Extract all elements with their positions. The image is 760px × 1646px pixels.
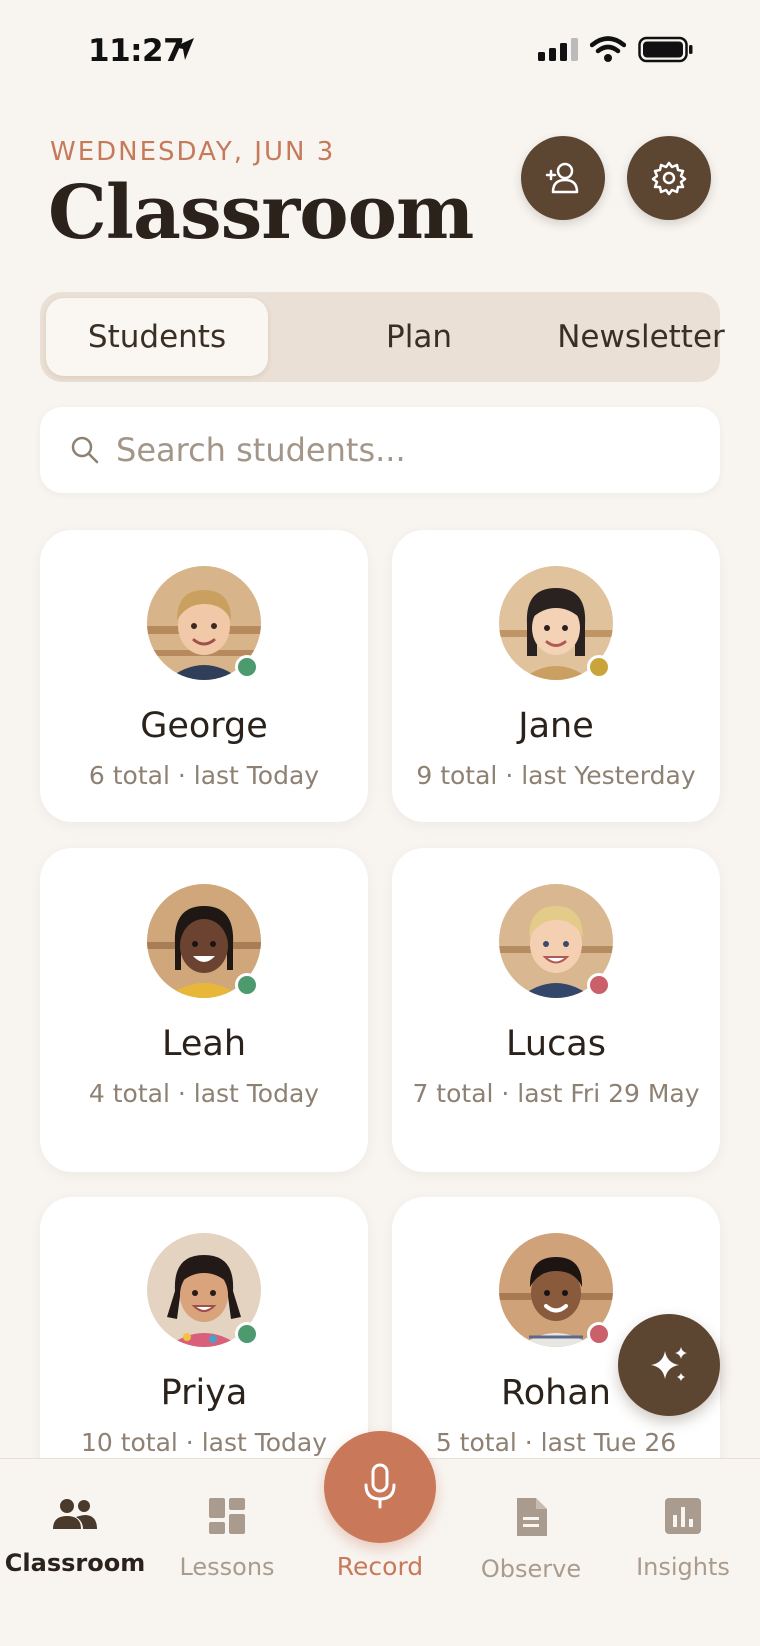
tab-label: Observe (480, 1555, 582, 1583)
document-icon (517, 1498, 547, 1536)
student-name: Jane (518, 706, 594, 746)
student-name: Leah (161, 1024, 247, 1064)
ai-assist-button[interactable] (618, 1314, 720, 1416)
tab-label: Insights (636, 1553, 730, 1581)
record-button[interactable] (324, 1431, 436, 1543)
student-card-priya[interactable]: Priya 10 total · last Today (40, 1197, 368, 1458)
tab-lessons[interactable]: Lessons (152, 1497, 302, 1581)
status-dot (587, 973, 611, 997)
student-card-jane[interactable]: Jane 9 total · last Yesterday (392, 530, 720, 822)
sparkles-icon (651, 1347, 687, 1381)
tab-observe[interactable]: Observe (456, 1497, 606, 1583)
tab-label: Classroom (4, 1549, 146, 1577)
student-card-leah[interactable]: Leah 4 total · last Today (40, 848, 368, 1172)
student-card-george[interactable]: George 6 total · last Today (40, 530, 368, 822)
status-dot (235, 973, 259, 997)
student-meta: 6 total · last Today (88, 761, 320, 790)
status-dot (235, 655, 259, 679)
student-name: Priya (160, 1373, 248, 1413)
student-name: Lucas (506, 1024, 606, 1064)
people-icon (53, 1499, 97, 1529)
dashboard-icon (209, 1498, 245, 1534)
status-dot (235, 1322, 259, 1346)
record-label: Record (336, 1552, 424, 1581)
student-meta: 4 total · last Today (88, 1079, 320, 1108)
status-dot (587, 1322, 611, 1346)
status-dot (587, 655, 611, 679)
microphone-icon (364, 1463, 396, 1509)
student-name: George (140, 706, 268, 746)
student-meta: 5 total · last Tue 26 (435, 1428, 677, 1457)
tab-classroom[interactable]: Classroom (0, 1497, 150, 1577)
student-grid: George 6 total · last Today Jane 9 total… (0, 0, 760, 1458)
student-meta: 9 total · last Yesterday (416, 761, 696, 790)
tab-label: Lessons (179, 1553, 275, 1581)
bar-chart-icon (665, 1498, 701, 1534)
student-meta: 10 total · last Today (80, 1428, 328, 1457)
tab-insights[interactable]: Insights (608, 1497, 758, 1581)
student-meta: 7 total · last Fri 29 May (412, 1079, 700, 1108)
student-card-lucas[interactable]: Lucas 7 total · last Fri 29 May (392, 848, 720, 1172)
